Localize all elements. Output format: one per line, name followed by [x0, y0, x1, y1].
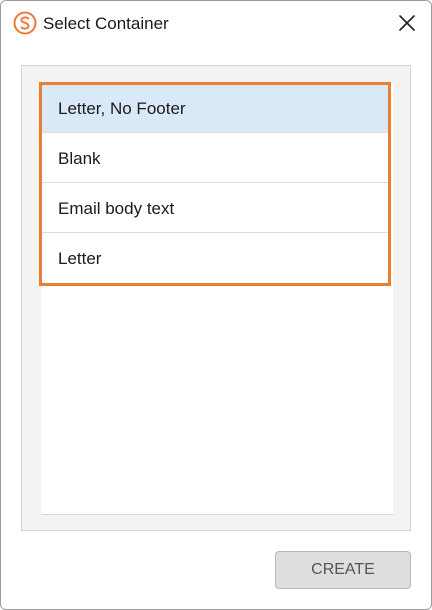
list-item[interactable]: Letter	[42, 234, 388, 283]
dialog-content: Letter, No Footer Blank Email body text …	[1, 47, 431, 609]
title-bar: Select Container	[1, 1, 431, 47]
list-item[interactable]: Email body text	[42, 184, 388, 233]
select-container-dialog: Select Container Letter, No Footer Blank…	[0, 0, 432, 610]
container-list[interactable]: Letter, No Footer Blank Email body text …	[39, 82, 393, 515]
list-item[interactable]: Blank	[42, 134, 388, 183]
dialog-title: Select Container	[43, 14, 169, 33]
create-button[interactable]: CREATE	[275, 551, 411, 589]
container-list-panel: Letter, No Footer Blank Email body text …	[21, 65, 411, 531]
close-icon[interactable]	[397, 13, 417, 33]
list-item[interactable]: Letter, No Footer	[42, 84, 388, 133]
sugar-logo-icon	[13, 11, 37, 35]
